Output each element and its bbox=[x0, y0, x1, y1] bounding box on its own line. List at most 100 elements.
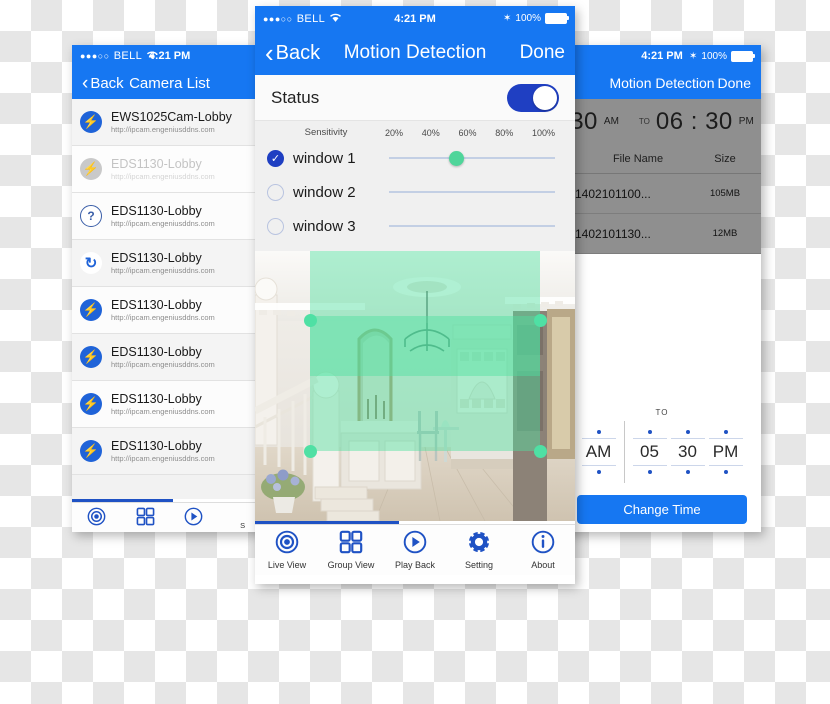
bolt-icon: ⚡ bbox=[80, 346, 102, 368]
list-item[interactable]: ⚡ EDS1130-Lobby http://ipcam.engeniusddn… bbox=[72, 334, 267, 381]
period-start-value[interactable]: AM bbox=[581, 438, 616, 466]
table-row[interactable]: 1402101100... 105MB bbox=[563, 174, 761, 214]
tab-play-back[interactable]: Play Back bbox=[383, 530, 447, 570]
motion-zone-handle-bottom-left[interactable] bbox=[304, 445, 317, 458]
chevron-left-icon: ‹ bbox=[82, 72, 89, 94]
window-3-checkbox[interactable] bbox=[267, 217, 284, 235]
about-icon bbox=[531, 530, 555, 558]
done-button[interactable]: Done bbox=[718, 75, 751, 91]
bolt-icon: ⚡ bbox=[80, 299, 102, 321]
window-1-slider[interactable] bbox=[389, 150, 555, 167]
minute-stepper[interactable]: 30 bbox=[669, 430, 707, 474]
tick-label: 80% bbox=[495, 127, 514, 138]
tab-group-view[interactable]: Group View bbox=[319, 530, 383, 570]
list-item[interactable]: ⚡ EDS1130-Lobby http://ipcam.engeniusddn… bbox=[72, 287, 267, 334]
list-item[interactable]: ? EDS1130-Lobby http://ipcam.engeniusddn… bbox=[72, 193, 267, 240]
group-view-icon bbox=[136, 507, 155, 530]
chevron-up-dot-icon[interactable] bbox=[685, 430, 690, 434]
back-button[interactable]: ‹ Back bbox=[265, 40, 320, 66]
window-label: window 2 bbox=[293, 183, 356, 201]
hour-value[interactable]: 05 bbox=[632, 438, 667, 466]
camera-name: EWS1025Cam-Lobby bbox=[111, 110, 232, 124]
motion-zone-handle-bottom-right[interactable] bbox=[534, 445, 547, 458]
bluetooth-icon: ✶ bbox=[503, 13, 512, 24]
window-row: window 2 bbox=[255, 175, 575, 209]
hour-stepper[interactable]: 05 bbox=[631, 430, 669, 474]
battery-icon bbox=[545, 13, 569, 24]
window-2-checkbox[interactable] bbox=[267, 183, 284, 201]
chevron-up-dot-icon[interactable] bbox=[596, 430, 601, 434]
play-back-icon bbox=[403, 530, 427, 558]
tick-label: 40% bbox=[421, 127, 440, 138]
list-item[interactable]: ⚡ EDS1130-Lobby http://ipcam.engeniusddn… bbox=[72, 146, 267, 193]
camera-url: http://ipcam.engeniusddns.com bbox=[111, 172, 215, 181]
column-file-name: File Name bbox=[612, 152, 664, 165]
camera-preview[interactable] bbox=[255, 251, 575, 521]
status-bar: 4:21 PM ✶ 100% bbox=[563, 45, 761, 67]
list-item[interactable]: ⚡ EDS1130-Lobby http://ipcam.engeniusddn… bbox=[72, 381, 267, 428]
tick-label: 60% bbox=[458, 127, 477, 138]
chevron-down-dot-icon[interactable] bbox=[596, 470, 601, 474]
window-1-checkbox[interactable]: ✓ bbox=[267, 149, 284, 167]
period-end-stepper[interactable]: PM bbox=[707, 430, 745, 474]
tab-label: About bbox=[531, 560, 555, 570]
change-time-button[interactable]: Change Time bbox=[577, 495, 747, 524]
motion-zone-handle-top-right[interactable] bbox=[534, 314, 547, 327]
back-label: Back bbox=[275, 41, 321, 64]
period-end-value[interactable]: PM bbox=[708, 438, 743, 466]
camera-url: http://ipcam.engeniusddns.com bbox=[111, 454, 215, 463]
chevron-up-dot-icon[interactable] bbox=[723, 430, 728, 434]
question-icon: ? bbox=[80, 205, 102, 227]
chevron-down-dot-icon[interactable] bbox=[647, 470, 652, 474]
tab-label: Group View bbox=[327, 560, 375, 570]
start-period-label: AM bbox=[603, 116, 619, 127]
list-item[interactable]: ⚡ EDS1130-Lobby http://ipcam.engeniusddn… bbox=[72, 428, 267, 475]
tab-live-view[interactable]: Live View bbox=[72, 507, 121, 532]
motion-detection-phone: ●●●○○ BELL 4:21 PM ✶ 100% ‹ Back Motion … bbox=[255, 6, 575, 584]
slider-track bbox=[389, 157, 555, 159]
back-button[interactable]: ‹ Back bbox=[82, 74, 124, 93]
dimmed-overlay-section: 30 AM TO 06 : 30 PM File Name Size 14021… bbox=[563, 99, 761, 254]
window-2-slider[interactable] bbox=[389, 184, 555, 201]
list-item[interactable]: ↻ EDS1130-Lobby http://ipcam.engeniusddn… bbox=[72, 240, 267, 287]
motion-zone-handle-top-left[interactable] bbox=[304, 314, 317, 327]
tab-setting[interactable]: Setting bbox=[447, 530, 511, 570]
table-row[interactable]: 1402101130... 12MB bbox=[563, 214, 761, 254]
camera-url: http://ipcam.engeniusddns.com bbox=[111, 313, 215, 322]
tab-group-view[interactable]: Group View bbox=[121, 507, 170, 532]
window-3-slider[interactable] bbox=[389, 218, 555, 235]
period-start-stepper[interactable]: AM bbox=[580, 430, 618, 474]
list-item[interactable]: ⚡ EWS1025Cam-Lobby http://ipcam.engenius… bbox=[72, 99, 267, 146]
setting-icon bbox=[467, 530, 491, 558]
wifi-icon bbox=[146, 50, 158, 63]
camera-name: EDS1130-Lobby bbox=[111, 157, 202, 171]
done-button[interactable]: Done bbox=[520, 42, 565, 64]
tab-play-back[interactable]: Play Back bbox=[170, 507, 219, 532]
camera-list[interactable]: ⚡ EWS1025Cam-Lobby http://ipcam.engenius… bbox=[72, 99, 267, 499]
live-view-icon bbox=[275, 530, 299, 558]
time-picker-wheels: AM 05 30 PM bbox=[563, 417, 761, 489]
tab-label: S bbox=[240, 520, 246, 530]
tab-about[interactable]: About bbox=[511, 530, 575, 570]
slider-thumb[interactable] bbox=[448, 150, 464, 166]
camera-name: EDS1130-Lobby bbox=[111, 439, 202, 453]
camera-name: EDS1130-Lobby bbox=[111, 298, 202, 312]
toggle-knob bbox=[533, 85, 557, 110]
tab-label: Live View bbox=[267, 560, 307, 570]
camera-name: EDS1130-Lobby bbox=[111, 345, 202, 359]
chevron-down-dot-icon[interactable] bbox=[723, 470, 728, 474]
chevron-up-dot-icon[interactable] bbox=[647, 430, 652, 434]
chevron-left-icon: ‹ bbox=[265, 38, 274, 68]
wifi-icon bbox=[329, 12, 342, 26]
window-label: window 3 bbox=[293, 217, 356, 235]
sensitivity-label: Sensitivity bbox=[304, 127, 348, 138]
end-time-value: 06 : 30 bbox=[655, 107, 733, 135]
signal-dots-icon: ●●●○○ bbox=[80, 51, 110, 61]
chevron-down-dot-icon[interactable] bbox=[685, 470, 690, 474]
minute-value[interactable]: 30 bbox=[670, 438, 705, 466]
status-toggle[interactable] bbox=[507, 83, 559, 112]
motion-zone-region[interactable] bbox=[310, 316, 540, 451]
camera-list-phone: ●●●○○ BELL 4:21 PM ‹ Back Camera List ⚡ … bbox=[72, 45, 267, 532]
clock-icon: ↻ bbox=[80, 252, 102, 274]
tab-live-view[interactable]: Live View bbox=[255, 530, 319, 570]
